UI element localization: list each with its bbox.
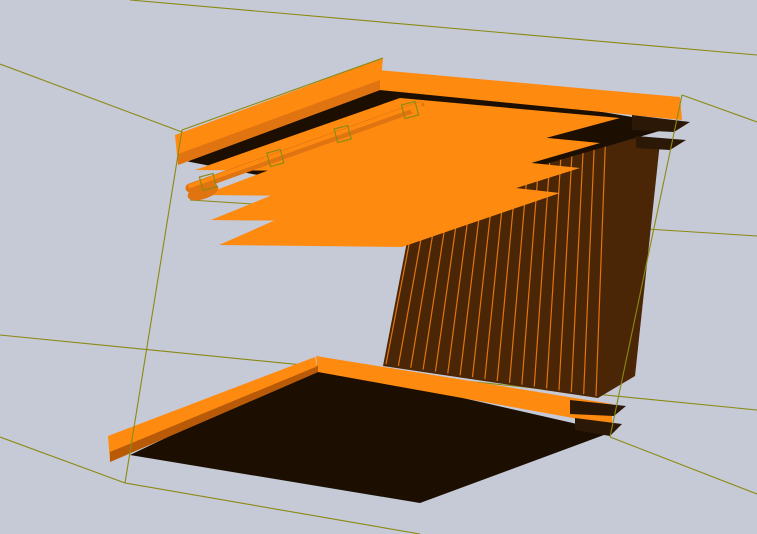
wireframe-line <box>609 436 757 495</box>
wireframe-line <box>0 436 126 484</box>
top-tray-right-flange-lower <box>636 136 686 150</box>
wireframe-line <box>0 63 191 136</box>
cad-viewport[interactable] <box>0 0 757 534</box>
3d-model-scene[interactable] <box>0 0 757 534</box>
wireframe-line <box>129 0 757 56</box>
wireframe-line <box>681 94 757 123</box>
